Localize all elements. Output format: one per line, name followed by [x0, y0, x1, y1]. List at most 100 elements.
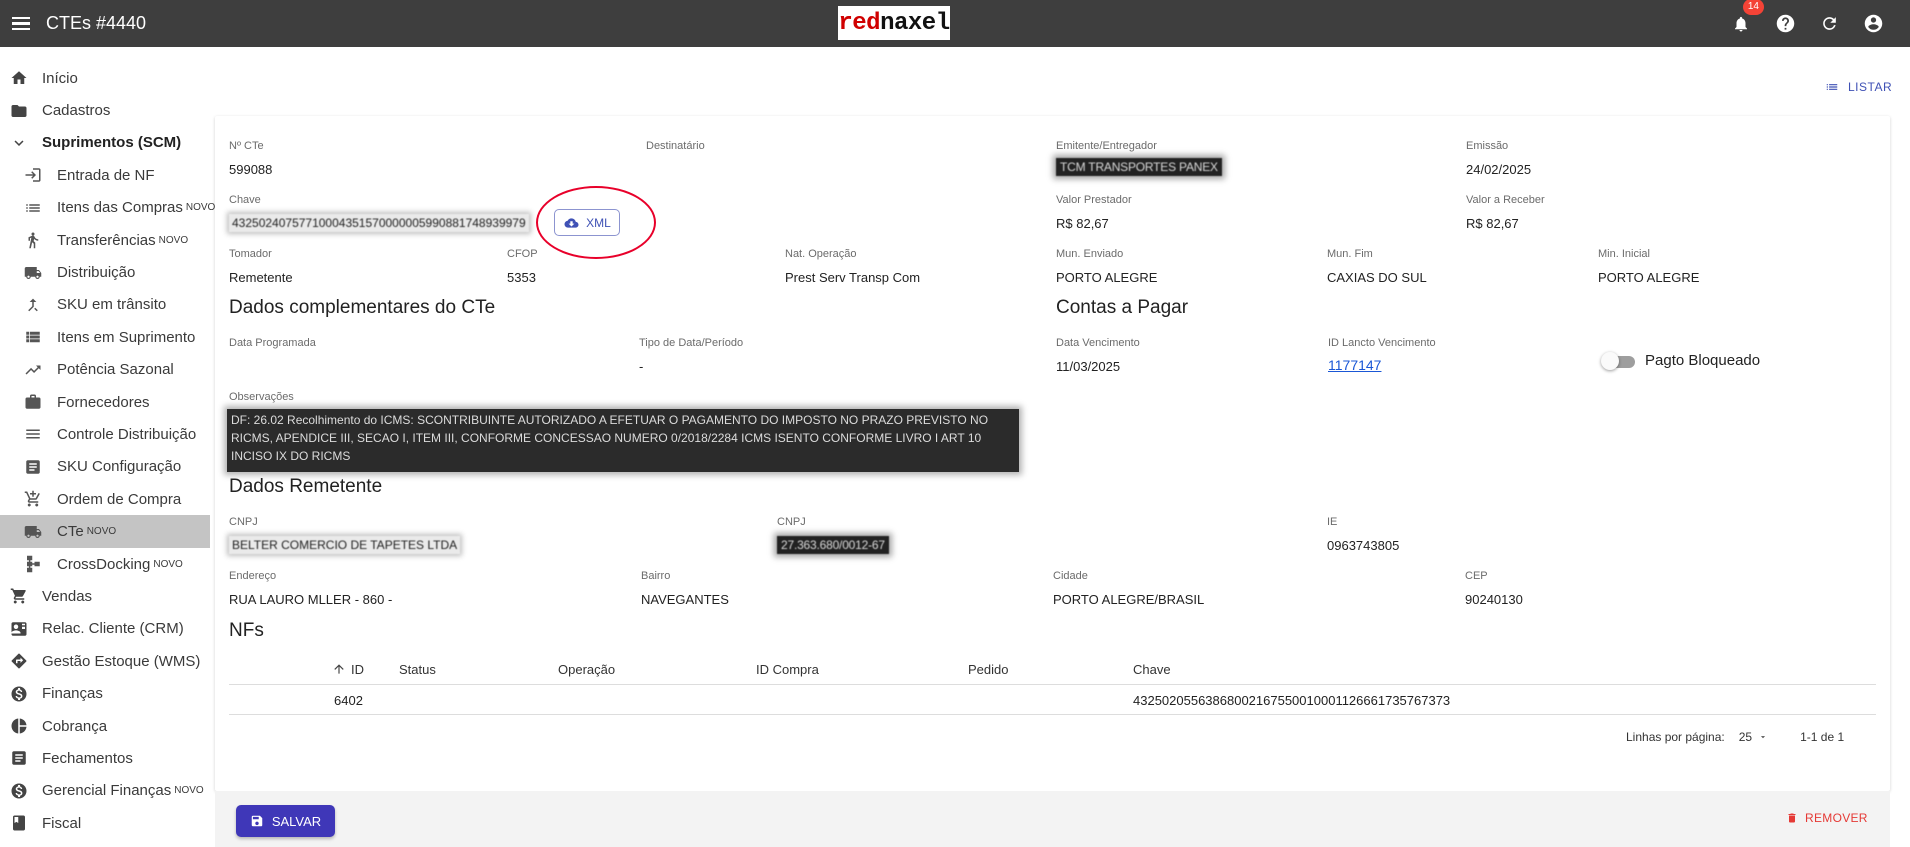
emissao-field: Emissão 24/02/2025	[1466, 140, 1531, 177]
sidebar-item-0[interactable]: Início	[0, 62, 210, 94]
sidebar-item-1[interactable]: Cadastros	[0, 94, 210, 126]
valor-receber-field: Valor a Receber R$ 82,67	[1466, 194, 1545, 231]
cfop-value[interactable]: 5353	[507, 270, 538, 285]
new-badge: NOVO	[185, 202, 216, 214]
column-header-status[interactable]: Status	[399, 662, 436, 677]
sidebar-item-10[interactable]: Fornecedores	[0, 386, 210, 418]
tomador-value[interactable]: Remetente	[229, 270, 293, 285]
book-icon	[10, 814, 28, 832]
sidebar-item-4[interactable]: Itens das Compras NOVO	[0, 192, 215, 224]
cidade-field: Cidade PORTO ALEGRE/BRASIL	[1053, 570, 1204, 607]
cnpj-value[interactable]: BELTER COMERCIO DE TAPETES LTDA	[229, 536, 461, 554]
rows-per-page-select[interactable]: 25	[1739, 730, 1768, 744]
mun-fim-value[interactable]: CAXIAS DO SUL	[1327, 270, 1427, 285]
destinatario-label: Destinatário	[646, 140, 705, 152]
sidebar-item-16[interactable]: Vendas	[0, 580, 210, 612]
briefcase-icon	[24, 393, 42, 411]
endereco-value[interactable]: RUA LAURO MLLER - 860 -	[229, 592, 392, 607]
emitente-value[interactable]: TCM TRANSPORTES PANEX	[1056, 158, 1222, 176]
column-header-pedido[interactable]: Pedido	[968, 662, 1008, 677]
remove-label: REMOVER	[1805, 811, 1868, 825]
refresh-icon[interactable]	[1818, 13, 1840, 35]
cep-value[interactable]: 90240130	[1465, 592, 1523, 607]
sidebar-item-15[interactable]: CrossDocking NOVO	[0, 548, 210, 580]
observacoes-field: Observações	[229, 391, 294, 403]
tipo-data-label: Tipo de Data/Período	[639, 337, 744, 349]
sidebar-item-label: Potência Sazonal	[57, 361, 174, 379]
listar-button[interactable]: LISTAR	[1824, 80, 1892, 94]
emitente-label: Emitente/Entregador	[1056, 140, 1157, 152]
transfer-icon	[24, 231, 42, 249]
sidebar-item-7[interactable]: SKU em trânsito	[0, 289, 210, 321]
row-chave: 4325020556386800216755001000112666173576…	[1133, 693, 1451, 708]
column-header-operacao[interactable]: Operação	[558, 662, 615, 677]
numero-value[interactable]: 599088	[229, 162, 272, 177]
data-vencimento-value[interactable]: 11/03/2025	[1056, 359, 1140, 374]
sidebar-item-18[interactable]: Gestão Estoque (WMS)	[0, 645, 210, 677]
valor-receber-value[interactable]: R$ 82,67	[1466, 216, 1545, 231]
min-inicial-value[interactable]: PORTO ALEGRE	[1598, 270, 1699, 285]
remetente-title: Dados Remetente	[229, 476, 383, 497]
notifications-icon[interactable]: 14	[1730, 0, 1764, 35]
account-icon[interactable]	[1862, 13, 1884, 35]
menu-icon[interactable]	[12, 14, 32, 34]
observacoes-value[interactable]: DF: 26.02 Recolhimento do ICMS: SCONTRIB…	[227, 409, 1019, 472]
column-header-id[interactable]: ID	[351, 662, 364, 677]
sidebar-item-20[interactable]: Cobrança	[0, 710, 210, 742]
sidebar-item-2[interactable]: Suprimentos (SCM)	[0, 127, 210, 159]
logo: red naxel	[838, 6, 950, 40]
save-button[interactable]: SALVAR	[236, 805, 335, 837]
row-id: 6402	[334, 693, 363, 708]
pagto-bloqueado-label: Pagto Bloqueado	[1645, 352, 1761, 369]
ie-value[interactable]: 0963743805	[1327, 538, 1399, 553]
sidebar-item-14[interactable]: CTe NOVO	[0, 515, 210, 548]
valor-prestador-field: Valor Prestador R$ 82,67	[1056, 194, 1132, 231]
sidebar-item-19[interactable]: Finanças	[0, 677, 210, 709]
sidebar-item-9[interactable]: Potência Sazonal	[0, 354, 210, 386]
valor-prestador-value[interactable]: R$ 82,67	[1056, 216, 1132, 231]
sidebar-item-6[interactable]: Distribuição	[0, 256, 210, 288]
nfs-table-header: ID Status Operação ID Compra Pedido Chav…	[229, 654, 1876, 685]
sidebar-item-23[interactable]: Fiscal	[0, 807, 210, 839]
sidebar-item-5[interactable]: Transferências NOVO	[0, 224, 210, 256]
column-header-id-compra[interactable]: ID Compra	[756, 662, 819, 677]
data-vencimento-field: Data Vencimento 11/03/2025	[1056, 337, 1140, 374]
sort-arrow-up-icon[interactable]	[332, 662, 346, 679]
sidebar-item-label: Transferências	[57, 231, 156, 249]
sidebar-item-12[interactable]: SKU Configuração	[0, 451, 210, 483]
mun-enviado-value[interactable]: PORTO ALEGRE	[1056, 270, 1157, 285]
sidebar-item-8[interactable]: Itens em Suprimento	[0, 321, 210, 353]
emissao-value[interactable]: 24/02/2025	[1466, 162, 1531, 177]
chave-value[interactable]: 4325024075771000435157000000599088174893…	[229, 214, 529, 232]
cnpj-label: CNPJ	[229, 516, 258, 528]
xml-download-button[interactable]: XML	[554, 209, 620, 236]
tipo-data-value[interactable]: -	[639, 359, 743, 374]
dollar-icon	[10, 685, 28, 703]
nat-operacao-value[interactable]: Prest Serv Transp Com	[785, 270, 920, 285]
trash-icon	[1788, 813, 1796, 823]
sidebar-item-3[interactable]: Entrada de NF	[0, 159, 210, 191]
cidade-value[interactable]: PORTO ALEGRE/BRASIL	[1053, 592, 1204, 607]
sidebar-item-11[interactable]: Controle Distribuição	[0, 418, 210, 450]
sidebar-item-label: Vendas	[42, 587, 93, 605]
bairro-value[interactable]: NAVEGANTES	[641, 592, 729, 607]
sidebar-item-label: Suprimentos (SCM)	[42, 134, 182, 152]
table-row[interactable]: 6402 43250205563868002167550010001126661…	[229, 685, 1876, 715]
sidebar-item-13[interactable]: Ordem de Compra	[0, 483, 210, 515]
sidebar-item-22[interactable]: Gerencial Finanças NOVO	[0, 775, 210, 807]
sidebar-item-21[interactable]: Fechamentos	[0, 742, 210, 774]
sidebar-item-17[interactable]: Relac. Cliente (CRM)	[0, 613, 210, 645]
emitente-field: Emitente/Entregador TCM TRANSPORTES PANE…	[1056, 140, 1222, 176]
pagto-bloqueado-toggle[interactable]	[1601, 352, 1635, 370]
column-header-chave[interactable]: Chave	[1133, 662, 1171, 677]
data-programada-field: Data Programada	[229, 337, 316, 359]
cloud-download-icon	[564, 217, 579, 228]
data-vencimento-label: Data Vencimento	[1056, 337, 1140, 349]
sidebar-item-label: Entrada de NF	[57, 166, 155, 184]
remove-button[interactable]: REMOVER	[1786, 811, 1868, 825]
cnpj2-value[interactable]: 27.363.680/0012-67	[777, 536, 889, 554]
help-icon[interactable]	[1774, 13, 1796, 35]
nat-operacao-field: Nat. Operação Prest Serv Transp Com	[785, 248, 920, 285]
id-lancto-link[interactable]: 1177147	[1328, 357, 1381, 373]
pagination: Linhas por página: 25 1-1 de 1	[1626, 730, 1844, 744]
